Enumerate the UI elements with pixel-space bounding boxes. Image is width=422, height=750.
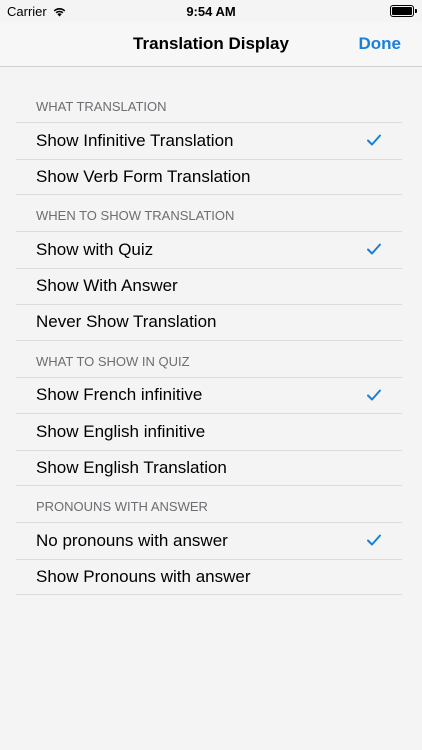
option-row[interactable]: Never Show Translation (16, 304, 402, 341)
status-time: 9:54 AM (186, 4, 236, 19)
option-row[interactable]: Show English infinitive (16, 413, 402, 450)
option-row[interactable]: Show Verb Form Translation (16, 158, 402, 195)
option-row[interactable]: Show French infinitive (16, 376, 402, 414)
settings-section: Show with Quiz Show With Answer Never Show… (16, 231, 402, 341)
checkmark-icon (367, 534, 381, 546)
option-label: Show French infinitive (36, 385, 203, 405)
option-row[interactable]: Show English Translation (16, 449, 402, 486)
settings-section: Show French infinitive Show English infin… (16, 376, 402, 486)
status-bar: Carrier 9:54 AM (0, 0, 422, 22)
option-label: Show English infinitive (36, 421, 206, 441)
section-header: WHEN TO SHOW TRANSLATION (36, 208, 235, 223)
option-label: Show Pronouns with answer (36, 566, 251, 586)
section-header: WHAT TRANSLATION (36, 99, 167, 114)
done-button[interactable]: Done (359, 34, 402, 54)
settings-list: WHAT TRANSLATION Show Infinitive Translat… (0, 67, 422, 595)
option-label: No pronouns with answer (36, 530, 228, 550)
option-row[interactable]: Show Infinitive Translation (16, 122, 402, 159)
option-row[interactable]: Show Pronouns with answer (16, 558, 402, 595)
option-label: Show Infinitive Translation (36, 130, 234, 150)
settings-section: Show Infinitive Translation Show Verb For… (16, 122, 402, 195)
battery-icon (390, 5, 417, 17)
checkmark-icon (367, 389, 381, 400)
option-label: Show with Quiz (36, 239, 154, 259)
navigation-bar: Translation Display Done (0, 22, 422, 67)
settings-section: No pronouns with answer Show Pronouns wit… (16, 522, 402, 595)
option-row[interactable]: No pronouns with answer (16, 522, 402, 559)
section-header: PRONOUNS WITH ANSWER (36, 499, 208, 514)
option-label: Show English Translation (36, 457, 227, 477)
option-row[interactable]: Show with Quiz (16, 231, 402, 268)
option-label: Never Show Translation (36, 312, 217, 332)
option-row[interactable]: Show With Answer (16, 267, 402, 305)
section-header: WHAT TO SHOW IN QUIZ (36, 353, 190, 369)
option-label: Show Verb Form Translation (36, 166, 251, 186)
checkmark-icon (367, 243, 381, 255)
checkmark-icon (367, 134, 381, 146)
option-label: Show With Answer (36, 276, 178, 296)
